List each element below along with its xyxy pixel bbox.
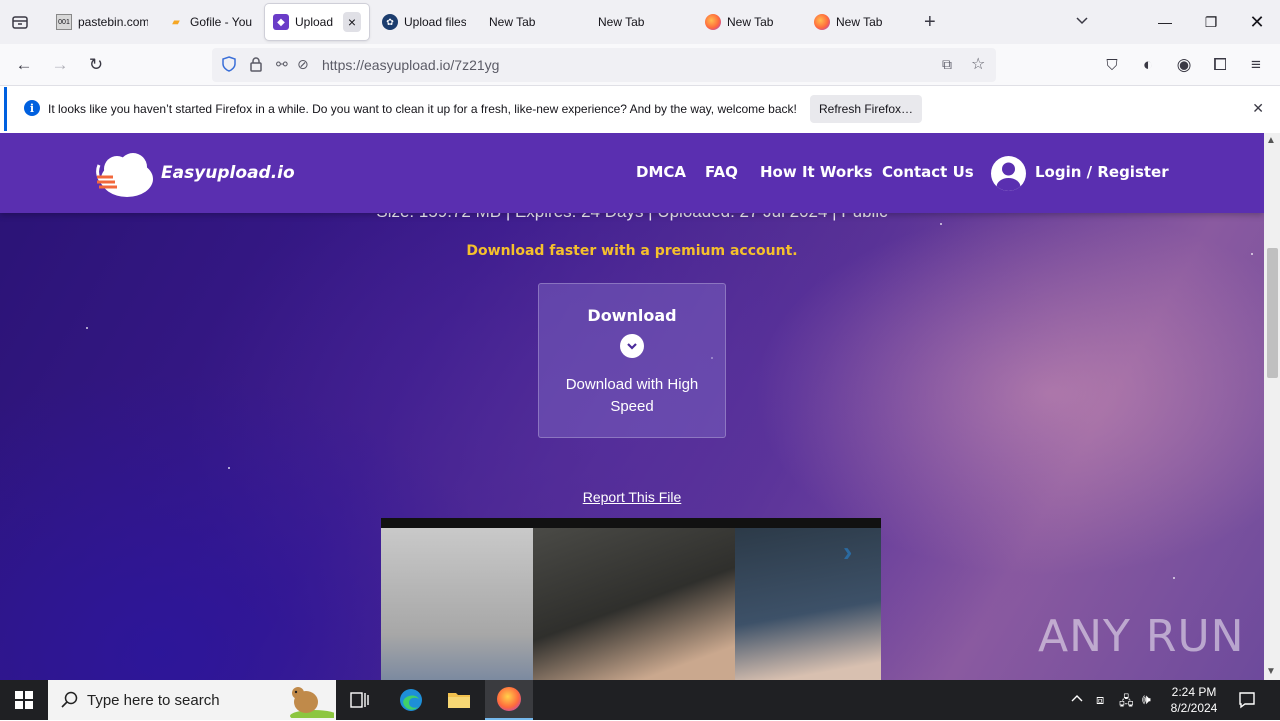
system-clock[interactable]: 2:24 PM 8/2/2024	[1160, 684, 1228, 716]
tab-title: Gofile - Your	[190, 15, 252, 29]
nav-contact-us[interactable]: Contact Us	[882, 163, 974, 181]
nav-dmca[interactable]: DMCA	[636, 163, 686, 181]
blocked-media-icon[interactable]: ⊘	[297, 56, 309, 73]
download-button[interactable]: Download Download with High Speed	[538, 283, 726, 438]
url-text: https://easyupload.io/7z21yg	[322, 57, 500, 73]
permissions-icon[interactable]: ⚯	[276, 56, 288, 73]
tab-bar: 001 pastebin.com ▰ Gofile - Your ◆ Uploa…	[0, 0, 1280, 44]
tab-new-4[interactable]: New Tab	[806, 4, 910, 40]
notification-message: It looks like you haven’t started Firefo…	[48, 102, 797, 116]
reload-icon[interactable]: ↻	[80, 49, 112, 81]
tab-list-icon[interactable]	[10, 12, 30, 32]
cloud-logo-icon[interactable]	[95, 145, 159, 201]
network-icon[interactable]: 🖧	[1119, 692, 1134, 714]
tracking-shield-icon[interactable]	[221, 56, 237, 75]
tab-overflow-chevron-icon[interactable]	[1074, 12, 1090, 31]
pocket-icon[interactable]: ⛉	[1096, 49, 1128, 81]
advertisement-banner[interactable]: ›	[381, 518, 881, 680]
premium-link[interactable]: Download faster with a premium account.	[0, 243, 1264, 259]
scroll-thumb[interactable]	[1267, 248, 1278, 378]
url-bar[interactable]: ⚯ ⊘ https://easyupload.io/7z21yg ⧉ ☆	[212, 48, 996, 82]
firefox-icon	[705, 14, 721, 30]
windows-start-icon[interactable]	[0, 680, 48, 720]
contrast-extension-icon[interactable]: ◐	[1132, 49, 1164, 81]
report-file-link[interactable]: Report This File	[0, 489, 1264, 505]
tab-easyupload[interactable]: ◆ Upload F ×	[265, 4, 369, 40]
search-icon	[61, 691, 79, 712]
chevron-down-icon	[620, 334, 644, 358]
ad-image	[533, 528, 735, 680]
tab-title: Upload F	[295, 15, 337, 29]
file-explorer-icon[interactable]	[435, 680, 483, 720]
firefox-icon	[814, 14, 830, 30]
tab-upload-files[interactable]: ✿ Upload files	[374, 4, 474, 40]
edge-icon[interactable]	[387, 680, 435, 720]
menu-icon[interactable]: ≡	[1240, 49, 1272, 81]
firefox-taskbar-icon[interactable]	[485, 680, 533, 720]
volume-icon[interactable]: 🕪	[1142, 691, 1151, 708]
restore-icon[interactable]: ❐	[1188, 0, 1234, 44]
minimize-icon[interactable]: —	[1142, 0, 1188, 44]
clock-time: 2:24 PM	[1171, 685, 1217, 699]
info-icon: i	[24, 100, 40, 116]
notification-center-icon[interactable]	[1238, 691, 1256, 712]
page-viewport: Easyupload.io DMCA FAQ How It Works Cont…	[0, 133, 1264, 680]
tab-title: Upload files	[404, 15, 466, 29]
forward-icon[interactable]: →	[44, 49, 76, 81]
user-avatar-icon[interactable]	[991, 156, 1026, 191]
navigation-toolbar: ← → ↻ ⚯ ⊘ https://easyupload.io/7z21yg ⧉…	[0, 44, 1280, 86]
tray-chevron-up-icon[interactable]	[1070, 692, 1084, 709]
gofile-icon: ▰	[172, 16, 180, 28]
close-tab-icon[interactable]: ×	[343, 12, 361, 32]
clock-date: 8/2/2024	[1170, 701, 1218, 715]
tab-pastebin[interactable]: 001 pastebin.com	[48, 4, 156, 40]
ad-image	[381, 528, 533, 680]
tab-new-1[interactable]: New Tab	[480, 4, 580, 40]
chevron-right-icon[interactable]: ›	[843, 536, 852, 568]
search-placeholder: Type here to search	[87, 692, 220, 709]
tab-gofile[interactable]: ▰ Gofile - Your	[160, 4, 260, 40]
upload-icon: ✿	[382, 14, 398, 30]
picture-in-picture-icon[interactable]: ⧉	[942, 56, 952, 73]
windows-taskbar: Type here to search ⧈ 🖧 🕪 2:24 PM 8/2/20…	[0, 680, 1280, 721]
close-window-icon[interactable]: ✕	[1234, 0, 1280, 44]
back-icon[interactable]: ←	[8, 49, 40, 81]
tab-new-3[interactable]: New Tab	[697, 4, 801, 40]
refresh-firefox-button[interactable]: Refresh Firefox…	[810, 95, 922, 123]
tab-title: New Tab	[836, 15, 883, 29]
account-icon[interactable]: ◉	[1168, 49, 1200, 81]
nav-faq[interactable]: FAQ	[705, 163, 738, 181]
scroll-down-icon[interactable]: ▼	[1266, 666, 1276, 677]
easyupload-icon: ◆	[273, 14, 289, 30]
tab-title: pastebin.com	[78, 15, 148, 29]
page-scrollbar[interactable]: ▲ ▼	[1264, 133, 1280, 680]
download-subtitle: Download with High Speed	[565, 376, 699, 415]
download-title: Download	[587, 306, 677, 325]
anyrun-watermark: ANY RUN	[1038, 611, 1245, 662]
close-notification-icon[interactable]: ✕	[1252, 100, 1264, 117]
taskbar-search[interactable]: Type here to search	[48, 680, 338, 721]
bookmark-star-icon[interactable]: ☆	[971, 54, 985, 74]
search-highlight-image	[276, 682, 338, 721]
login-register-link[interactable]: Login / Register	[1035, 163, 1169, 181]
tab-title: New Tab	[727, 15, 774, 29]
pastebin-icon: 001	[56, 14, 72, 30]
site-header: Easyupload.io DMCA FAQ How It Works Cont…	[0, 133, 1264, 213]
lock-icon[interactable]	[249, 56, 263, 75]
nav-how-it-works[interactable]: How It Works	[760, 163, 873, 181]
tab-new-2[interactable]: New Tab	[588, 4, 688, 40]
tab-title: New Tab	[489, 15, 536, 29]
site-logo-text[interactable]: Easyupload.io	[161, 163, 295, 183]
tray-device-icon[interactable]: ⧈	[1096, 692, 1104, 708]
tab-title: New Tab	[598, 15, 645, 29]
task-view-icon[interactable]	[336, 680, 384, 720]
scroll-up-icon[interactable]: ▲	[1266, 135, 1276, 146]
ad-image	[735, 528, 881, 680]
extensions-icon[interactable]: ⧠	[1204, 49, 1236, 81]
new-tab-icon[interactable]: +	[924, 12, 936, 32]
refresh-firefox-notification: i It looks like you haven’t started Fire…	[4, 87, 1276, 131]
